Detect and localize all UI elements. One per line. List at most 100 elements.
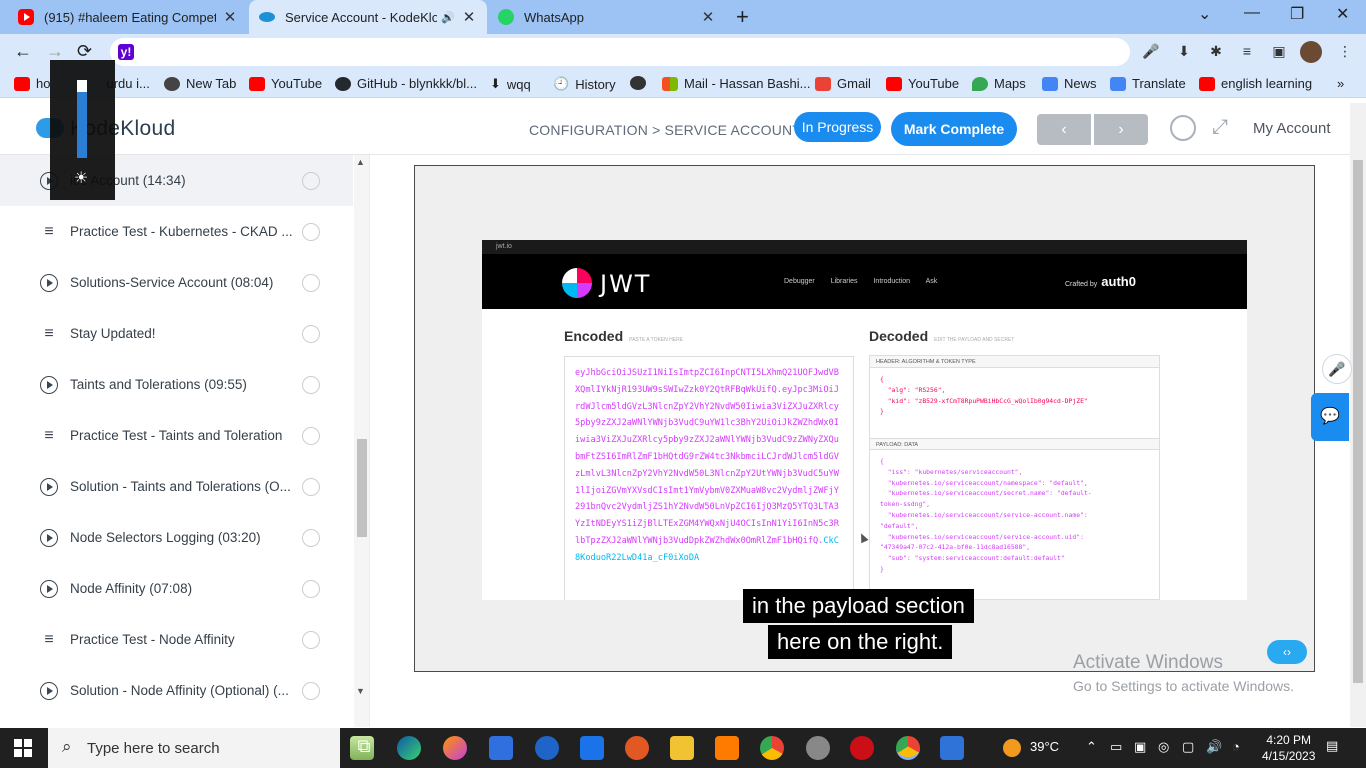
edge-icon[interactable] bbox=[397, 736, 421, 760]
chat-icon[interactable]: 💬 bbox=[1311, 393, 1349, 441]
meet-icon[interactable]: ▣ bbox=[1134, 739, 1146, 755]
completion-circle-icon[interactable] bbox=[302, 630, 320, 649]
task-view-icon[interactable]: ⧉ bbox=[352, 736, 376, 760]
reading-list-icon[interactable]: ≡ bbox=[1238, 43, 1256, 61]
download-extension-icon[interactable]: ⬇ bbox=[1175, 43, 1193, 61]
scroll-down-arrow[interactable]: ▼ bbox=[356, 686, 365, 696]
lesson-item[interactable]: Node Selectors Logging (03:20) bbox=[0, 512, 353, 563]
microphone-icon[interactable]: 🎤 bbox=[1322, 354, 1352, 384]
tab-whatsapp[interactable]: WhatsApp ✕ bbox=[488, 0, 726, 34]
chevron-up-icon[interactable]: ⌃ bbox=[1086, 739, 1097, 755]
lesson-item[interactable]: Node Affinity (07:08) bbox=[0, 563, 353, 614]
bookmark-item[interactable]: YouTube bbox=[886, 76, 959, 91]
close-icon[interactable]: ✕ bbox=[222, 8, 238, 26]
completion-circle-icon[interactable] bbox=[302, 681, 320, 700]
side-panel-icon[interactable]: ▣ bbox=[1270, 43, 1288, 61]
bookmark-item[interactable]: News bbox=[1042, 76, 1097, 91]
tab-youtube[interactable]: (915) #haleem Eating Competitio ✕ bbox=[8, 0, 248, 34]
bookmark-item[interactable] bbox=[630, 76, 652, 90]
expand-icon[interactable]: ⤢ bbox=[1212, 116, 1228, 139]
bookmark-item[interactable]: english learning bbox=[1199, 76, 1312, 91]
restore-button[interactable]: ❐ bbox=[1290, 4, 1304, 24]
sidebar-scroll-thumb[interactable] bbox=[357, 439, 367, 537]
forward-icon[interactable]: → bbox=[46, 41, 64, 62]
chrome-active-icon[interactable] bbox=[896, 736, 920, 760]
activate-title: Activate Windows bbox=[1073, 652, 1223, 673]
scroll-up-arrow[interactable]: ▲ bbox=[356, 157, 365, 167]
bookmark-item[interactable]: GitHub - blynkkk/bl... bbox=[335, 76, 477, 91]
dark-mode-icon[interactable] bbox=[1170, 115, 1196, 141]
photos-icon[interactable] bbox=[940, 736, 964, 760]
lesson-item[interactable]: ≡ Practice Test - Taints and Toleration bbox=[0, 410, 353, 461]
mail-icon[interactable] bbox=[580, 736, 604, 760]
new-tab-button[interactable]: + bbox=[736, 4, 749, 30]
completion-circle-icon[interactable] bbox=[302, 528, 320, 547]
page-scroll-thumb[interactable] bbox=[1353, 160, 1363, 683]
battery-icon[interactable]: ▭ bbox=[1110, 739, 1122, 755]
obs-icon[interactable] bbox=[806, 736, 830, 760]
store-icon[interactable] bbox=[489, 736, 513, 760]
menu-icon[interactable]: ⋮ bbox=[1336, 43, 1354, 61]
completion-circle-icon[interactable] bbox=[302, 477, 320, 496]
file-explorer-icon[interactable] bbox=[670, 736, 694, 760]
bookmark-item[interactable]: Maps bbox=[972, 76, 1026, 91]
bookmark-item[interactable]: Mail - Hassan Bashi... bbox=[662, 76, 810, 91]
bookmark-item[interactable]: New Tab bbox=[164, 76, 236, 91]
bookmark-item[interactable]: 🕘 History bbox=[553, 76, 616, 92]
next-lesson-button[interactable]: › bbox=[1094, 114, 1148, 145]
completion-circle-icon[interactable] bbox=[302, 324, 320, 343]
tab-kodekloud[interactable]: Service Account - KodeKloud 🔊 ✕ bbox=[249, 0, 487, 34]
mark-complete-button[interactable]: Mark Complete bbox=[891, 112, 1017, 146]
clock[interactable]: 4:20 PM 4/15/2023 bbox=[1262, 732, 1315, 764]
temperature[interactable]: 39°C bbox=[1030, 739, 1059, 754]
minimize-button[interactable]: — bbox=[1244, 4, 1260, 22]
wifi-icon[interactable]: ◔ bbox=[1232, 739, 1240, 754]
firefox-icon[interactable] bbox=[443, 736, 467, 760]
reload-icon[interactable]: ⟳ bbox=[77, 41, 92, 62]
lesson-item[interactable]: Taints and Tolerations (09:55) bbox=[0, 359, 353, 410]
completion-circle-icon[interactable] bbox=[302, 222, 320, 241]
bookmark-item[interactable]: Translate bbox=[1110, 76, 1186, 91]
taskbar-search-input[interactable]: ⌕ Type here to search bbox=[48, 728, 340, 768]
bookmark-item[interactable]: Gmail bbox=[815, 76, 871, 91]
bookmark-item[interactable]: ⬇ wqq bbox=[490, 76, 531, 92]
completion-circle-icon[interactable] bbox=[302, 579, 320, 598]
lesson-item[interactable]: ≡ Practice Test - Node Affinity bbox=[0, 614, 353, 665]
lesson-item[interactable]: Solution - Taints and Tolerations (O... bbox=[0, 461, 353, 512]
completion-circle-icon[interactable] bbox=[302, 375, 320, 394]
windows-start-icon[interactable] bbox=[14, 739, 32, 757]
close-window-button[interactable]: ✕ bbox=[1336, 4, 1349, 24]
completion-circle-icon[interactable] bbox=[302, 273, 320, 292]
my-account-link[interactable]: My Account bbox=[1253, 120, 1331, 137]
app-icon[interactable] bbox=[625, 736, 649, 760]
chrome-icon[interactable] bbox=[760, 736, 784, 760]
close-icon[interactable]: ✕ bbox=[461, 8, 477, 26]
volume-icon[interactable]: 🔊 bbox=[1206, 739, 1222, 755]
weather-icon[interactable] bbox=[1003, 739, 1021, 757]
back-icon[interactable]: ← bbox=[14, 41, 32, 62]
lesson-item[interactable]: ≡ Stay Updated! bbox=[0, 308, 353, 359]
profile-avatar[interactable] bbox=[1300, 41, 1322, 63]
bookmarks-overflow-icon[interactable]: » bbox=[1337, 76, 1344, 91]
mic-extension-icon[interactable]: 🎤 bbox=[1142, 43, 1160, 61]
notification-icon[interactable]: ▤ bbox=[1326, 738, 1338, 754]
previous-lesson-button[interactable]: ‹ bbox=[1037, 114, 1091, 145]
display-icon[interactable]: ▢ bbox=[1182, 739, 1194, 755]
camera-icon[interactable]: ◎ bbox=[1158, 739, 1169, 755]
bookmark-item[interactable]: YouTube bbox=[249, 76, 322, 91]
omnibox-input[interactable]: y! bbox=[110, 38, 1130, 66]
completion-circle-icon[interactable] bbox=[302, 426, 320, 445]
in-progress-button[interactable]: In Progress bbox=[794, 112, 881, 142]
lesson-item[interactable]: Solution - Node Affinity (Optional) (... bbox=[0, 665, 353, 716]
opera-icon[interactable] bbox=[850, 736, 874, 760]
speaker-icon[interactable]: 🔊 bbox=[441, 11, 455, 24]
tab-search-icon[interactable]: ⌄ bbox=[1198, 4, 1211, 24]
lesson-item[interactable]: Solutions-Service Account (08:04) bbox=[0, 257, 353, 308]
puzzle-icon[interactable]: ✱ bbox=[1207, 43, 1225, 61]
close-icon[interactable]: ✕ bbox=[700, 8, 716, 26]
code-icon[interactable]: ‹› bbox=[1267, 640, 1307, 664]
lesson-item[interactable]: ≡ Practice Test - Kubernetes - CKAD ... bbox=[0, 206, 353, 257]
skype-icon[interactable] bbox=[535, 736, 559, 760]
settings-app-icon[interactable] bbox=[715, 736, 739, 760]
completion-circle-icon[interactable] bbox=[302, 171, 320, 190]
